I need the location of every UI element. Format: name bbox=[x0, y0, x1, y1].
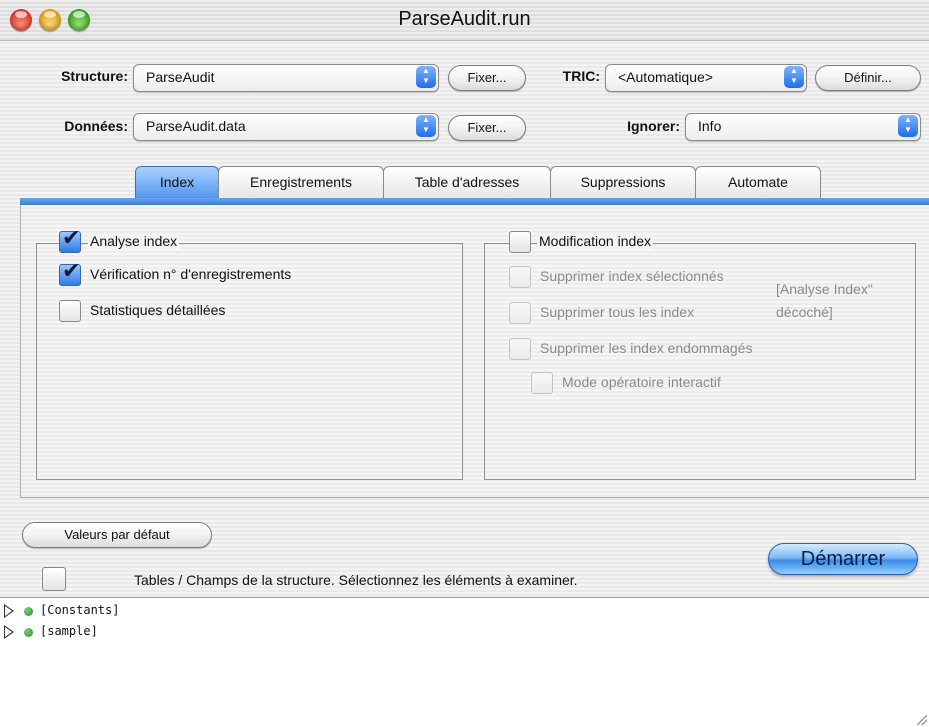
structure-tree[interactable]: [Constants] [sample] bbox=[0, 597, 929, 727]
note-line-2: décoché] bbox=[776, 304, 833, 320]
verification-checkbox[interactable] bbox=[59, 259, 81, 286]
tables-select-all-checkbox[interactable] bbox=[42, 567, 66, 591]
tric-value: <Automatique> bbox=[618, 69, 713, 85]
data-fix-button[interactable]: Fixer... bbox=[448, 115, 526, 141]
mode-interactif-checkbox[interactable] bbox=[531, 372, 553, 394]
resize-grip-icon[interactable] bbox=[917, 715, 927, 725]
structure-fix-button[interactable]: Fixer... bbox=[448, 65, 526, 91]
list-item[interactable]: [Constants] bbox=[4, 603, 304, 619]
modification-index-checkbox[interactable] bbox=[509, 231, 531, 253]
tree-item-label: [Constants] bbox=[40, 603, 120, 617]
tric-label: TRIC: bbox=[562, 68, 600, 84]
analyse-index-checkbox[interactable] bbox=[59, 226, 81, 253]
list-item[interactable]: [sample] bbox=[4, 624, 304, 640]
popup-arrows-icon: ▲ ▼ bbox=[898, 115, 918, 137]
structure-value: ParseAudit bbox=[146, 69, 215, 85]
ignore-popup[interactable]: Info ▲ ▼ bbox=[685, 113, 921, 141]
popup-arrows-icon: ▲ ▼ bbox=[416, 66, 436, 88]
tab-automate[interactable]: Automate bbox=[695, 166, 821, 199]
tab-enregistrements[interactable]: Enregistrements bbox=[218, 166, 384, 199]
ignore-label: Ignorer: bbox=[627, 118, 680, 134]
tree-item-label: [sample] bbox=[40, 624, 98, 638]
ignore-value: Info bbox=[698, 118, 722, 134]
tab-suppressions[interactable]: Suppressions bbox=[550, 166, 696, 199]
statistiques-checkbox[interactable] bbox=[59, 300, 81, 322]
disclosure-triangle-icon[interactable] bbox=[4, 603, 14, 618]
tab-index[interactable]: Index bbox=[135, 166, 219, 199]
tab-table-adresses[interactable]: Table d'adresses bbox=[383, 166, 551, 199]
supprimer-selection-checkbox[interactable] bbox=[509, 266, 531, 288]
supprimer-tous-label: Supprimer tous les index bbox=[540, 304, 695, 320]
data-label: Données: bbox=[64, 118, 128, 134]
structure-popup[interactable]: ParseAudit ▲ ▼ bbox=[133, 64, 439, 92]
defaults-button[interactable]: Valeurs par défaut bbox=[22, 522, 212, 548]
disclosure-triangle-icon[interactable] bbox=[4, 624, 14, 639]
tric-define-button[interactable]: Définir... bbox=[815, 65, 921, 91]
verification-label: Vérification n° d'enregistrements bbox=[90, 266, 292, 282]
analyse-index-label: Analyse index bbox=[88, 233, 180, 249]
structure-label: Structure: bbox=[61, 68, 128, 84]
window-title: ParseAudit.run bbox=[398, 8, 531, 30]
supprimer-endommages-label: Supprimer les index endommagés bbox=[540, 340, 753, 356]
tric-popup[interactable]: <Automatique> ▲ ▼ bbox=[605, 64, 807, 92]
supprimer-endommages-checkbox[interactable] bbox=[509, 338, 531, 360]
popup-arrows-icon: ▲ ▼ bbox=[784, 66, 804, 88]
tables-hint: Tables / Champs de la structure. Sélecti… bbox=[134, 572, 578, 588]
modification-index-label: Modification index bbox=[537, 233, 654, 249]
supprimer-selection-label: Supprimer index sélectionnés bbox=[540, 268, 724, 284]
mode-interactif-label: Mode opératoire interactif bbox=[562, 374, 721, 390]
data-value: ParseAudit.data bbox=[146, 118, 246, 134]
tab-underline bbox=[20, 198, 929, 205]
note-line-1: [Analyse Index" bbox=[776, 281, 873, 297]
table-status-dot-icon bbox=[24, 607, 33, 616]
title-bar: ParseAudit.run bbox=[0, 0, 929, 41]
data-popup[interactable]: ParseAudit.data ▲ ▼ bbox=[133, 113, 439, 141]
popup-arrows-icon: ▲ ▼ bbox=[416, 115, 436, 137]
statistiques-label: Statistiques détaillées bbox=[90, 302, 226, 318]
table-status-dot-icon bbox=[24, 628, 33, 637]
supprimer-tous-checkbox[interactable] bbox=[509, 302, 531, 324]
start-button[interactable]: Démarrer bbox=[768, 543, 918, 575]
